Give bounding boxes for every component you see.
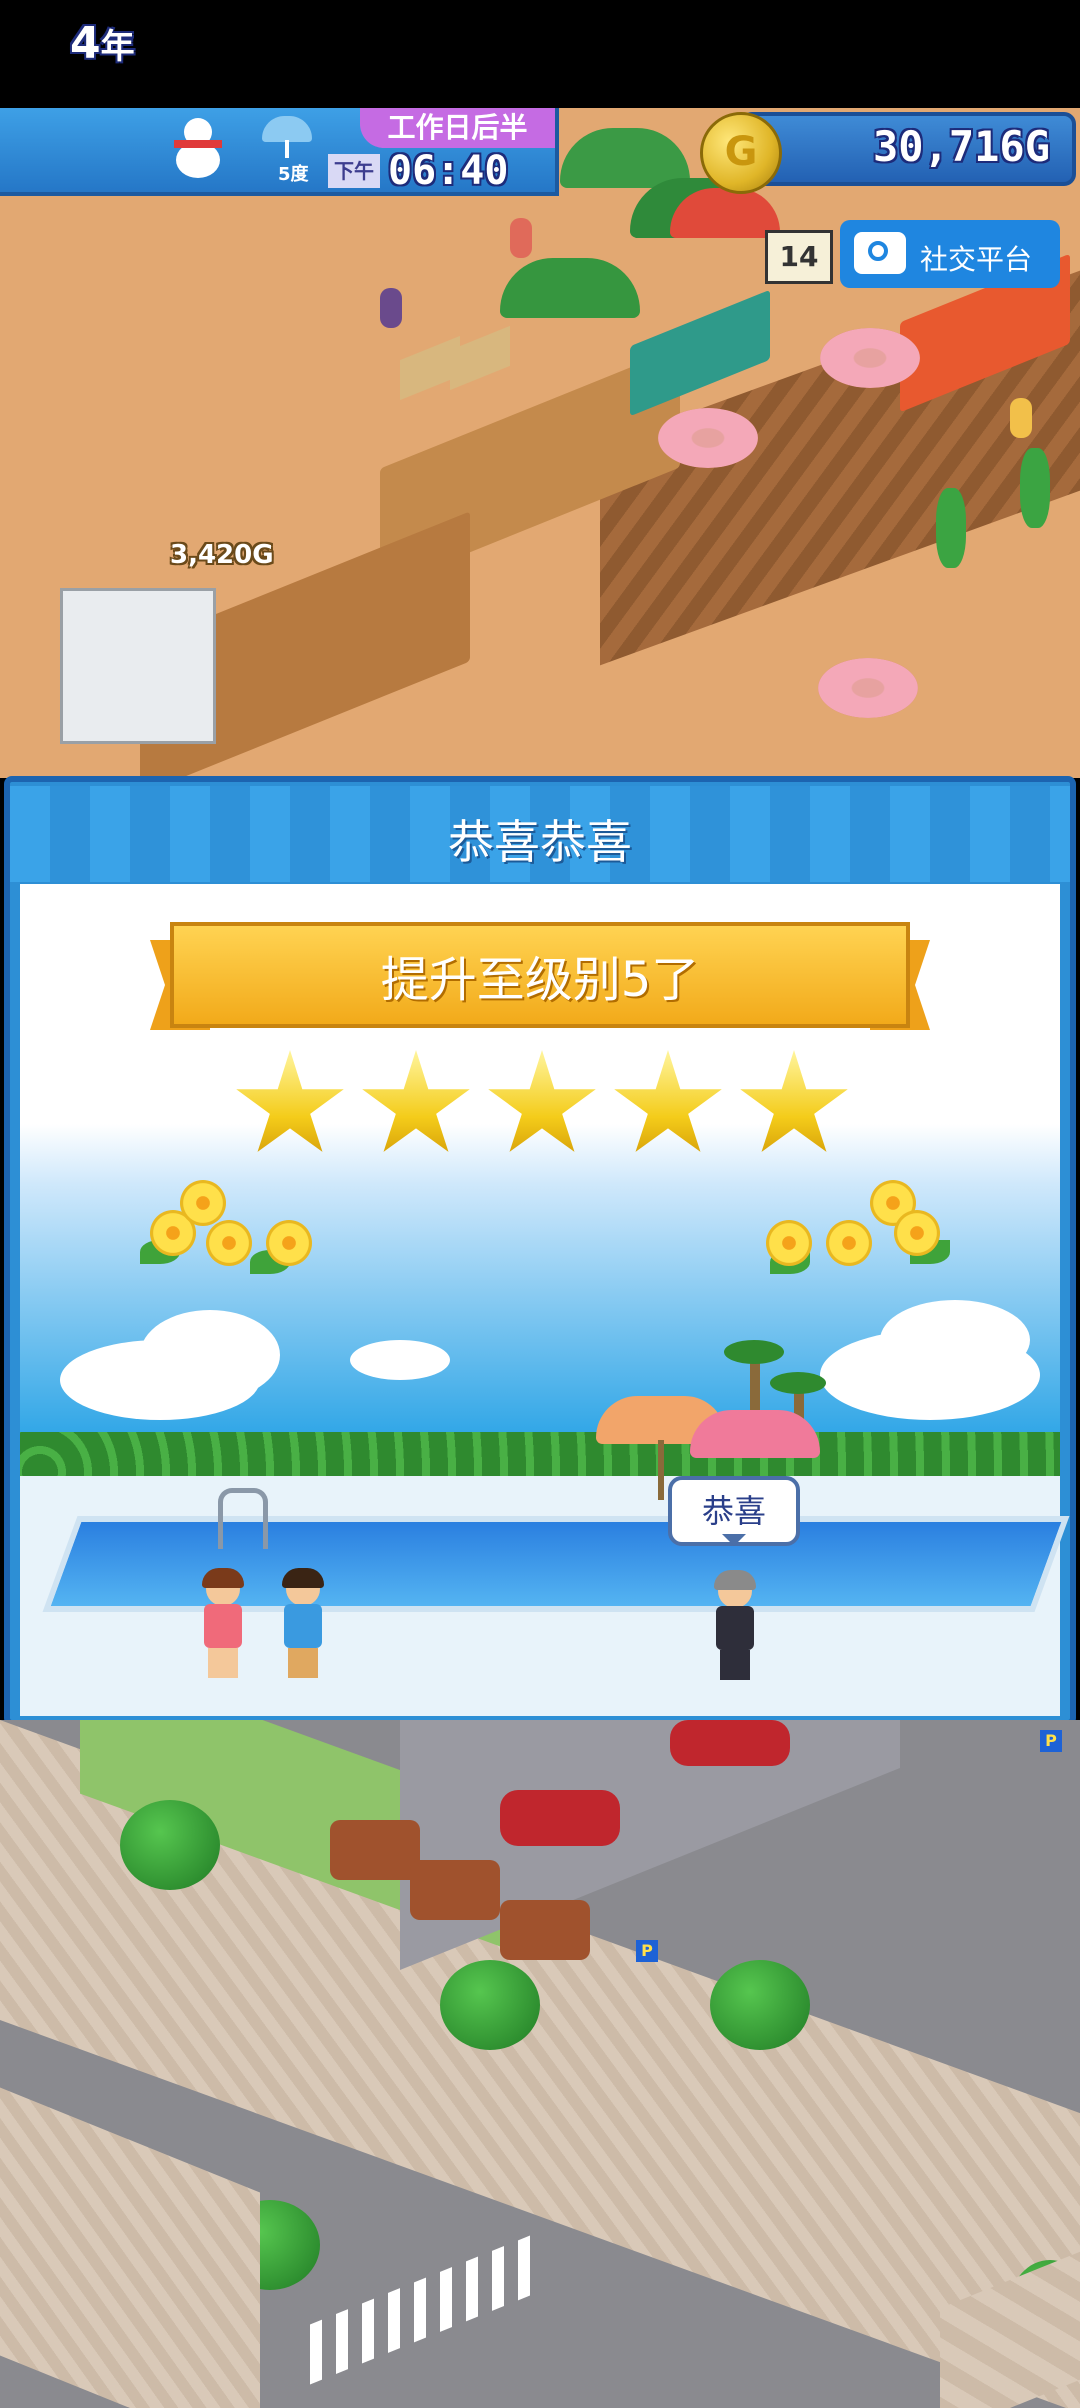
- flower-bed: [410, 1860, 500, 1920]
- donut-sign: [818, 658, 918, 718]
- sidewalk-corner: [0, 2087, 260, 2408]
- donut-sign: [658, 408, 758, 468]
- red-car: [500, 1790, 620, 1846]
- tree: [120, 1800, 220, 1890]
- umbrella-weather-icon: [262, 116, 312, 158]
- umbrella-pole: [658, 1440, 664, 1500]
- year-display: 4年: [70, 18, 135, 69]
- small-tree: [1020, 448, 1050, 528]
- donut-sign: [820, 328, 920, 388]
- parking-sign-icon: P: [636, 1940, 658, 1962]
- pool-ladder: [218, 1488, 268, 1549]
- social-platform-button[interactable]: 社交平台: [840, 220, 1060, 288]
- green-umbrella: [500, 258, 640, 318]
- white-building[interactable]: [60, 588, 216, 744]
- tree: [440, 1960, 540, 2050]
- visitor: [510, 218, 532, 258]
- manager-character: [704, 1570, 764, 1684]
- money-panel[interactable]: 30,716G: [740, 112, 1076, 186]
- notification-badge[interactable]: 14: [765, 230, 833, 284]
- visitor: [1010, 398, 1032, 438]
- cloud: [880, 1300, 1030, 1380]
- parking-sign-icon: P: [1040, 1730, 1062, 1752]
- ampm-label: 下午: [328, 154, 380, 188]
- money-amount: 30,716G: [872, 122, 1050, 171]
- cloud: [350, 1340, 450, 1380]
- level-ribbon-text: 提升至级别5了: [380, 952, 700, 1008]
- social-platform-label: 社交平台: [920, 243, 1033, 276]
- parking-lot[interactable]: [400, 1720, 900, 1970]
- visitor: [380, 288, 402, 328]
- palm-leaves: [770, 1372, 826, 1394]
- period-label: 工作日后半: [360, 108, 555, 148]
- crosswalk: [310, 2235, 530, 2385]
- palm-leaves: [724, 1340, 784, 1364]
- beach-umbrella: [690, 1410, 820, 1458]
- boy-character: [272, 1568, 332, 1682]
- cloud: [140, 1310, 280, 1400]
- small-tree: [936, 488, 966, 568]
- flower-bed: [500, 1900, 590, 1960]
- flower-decoration-left: [130, 1180, 330, 1290]
- camera-icon: [854, 232, 906, 274]
- speech-bubble: 恭喜: [668, 1476, 800, 1546]
- price-tag: 3,420G: [170, 540, 274, 570]
- snowman-icon: [170, 116, 228, 180]
- flower-bed: [330, 1820, 420, 1880]
- game-world-top[interactable]: [0, 108, 1080, 778]
- red-car: [670, 1720, 790, 1766]
- top-black-bar: [0, 0, 1080, 108]
- flower-decoration-right: [760, 1180, 960, 1290]
- tree: [710, 1960, 810, 2050]
- game-world-bottom[interactable]: P P: [0, 1720, 1080, 2408]
- clock-time: 06:40: [388, 148, 509, 194]
- temperature-label: 5度: [278, 164, 309, 185]
- girl-character: [192, 1568, 252, 1682]
- dialog-title: 恭喜恭喜: [448, 815, 632, 869]
- gold-coin-icon: G: [700, 112, 782, 194]
